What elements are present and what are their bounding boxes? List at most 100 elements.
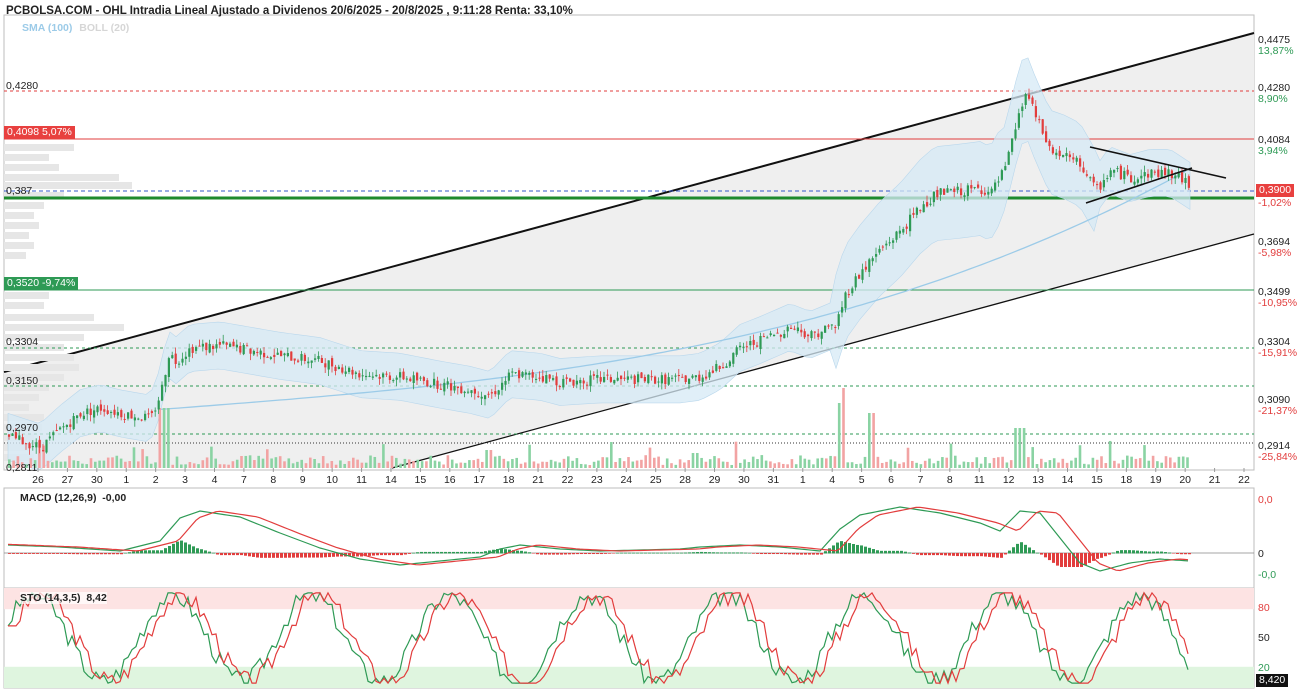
candle-body bbox=[1021, 106, 1024, 112]
candle-body bbox=[463, 391, 466, 394]
macd-histogram-bar bbox=[352, 553, 355, 557]
macd-histogram-bar bbox=[420, 551, 423, 554]
volume-bar bbox=[670, 463, 673, 468]
candle-body bbox=[507, 372, 510, 381]
candle-body bbox=[864, 266, 867, 270]
sto-value: 8,42 bbox=[86, 592, 107, 604]
candle-body bbox=[150, 411, 153, 414]
volume-bar bbox=[1048, 460, 1052, 468]
macd-histogram-bar bbox=[204, 550, 207, 554]
macd-histogram-bar bbox=[596, 553, 599, 555]
volume-bar bbox=[1164, 456, 1168, 468]
macd-histogram-bar bbox=[940, 553, 943, 556]
volume-bar bbox=[971, 462, 974, 468]
candle-body bbox=[1072, 157, 1075, 160]
volume-bar bbox=[747, 462, 751, 468]
candle-body bbox=[130, 410, 133, 419]
macd-histogram-bar bbox=[1040, 553, 1043, 555]
volume-bar bbox=[154, 462, 157, 468]
volume-bar bbox=[833, 456, 837, 468]
volume-bar bbox=[898, 463, 901, 468]
macd-histogram-bar bbox=[1116, 550, 1119, 554]
last-price-box: 0,3900 bbox=[1256, 184, 1295, 197]
candle-body bbox=[691, 375, 694, 378]
candle-body bbox=[232, 341, 235, 347]
volume-bar bbox=[872, 413, 875, 468]
macd-histogram-bar bbox=[936, 553, 939, 556]
macd-histogram-bar bbox=[164, 548, 167, 554]
candle-body bbox=[154, 410, 157, 412]
macd-histogram-bar bbox=[744, 552, 747, 554]
macd-histogram-bar bbox=[628, 552, 631, 554]
volume-bar bbox=[1126, 455, 1129, 468]
macd-histogram-bar bbox=[252, 553, 255, 557]
macd-histogram-bar bbox=[652, 552, 655, 554]
x-axis-tick: 25 bbox=[649, 474, 662, 486]
candle-body bbox=[59, 427, 62, 430]
candle-body bbox=[443, 382, 446, 392]
macd-histogram-bar bbox=[580, 553, 583, 555]
candle-body bbox=[589, 375, 592, 387]
candle-body bbox=[354, 372, 357, 374]
x-axis-tick: 23 bbox=[591, 474, 603, 486]
candle-body bbox=[144, 413, 147, 421]
volume-bar bbox=[106, 457, 110, 468]
candle-body bbox=[1150, 169, 1153, 178]
candle-body bbox=[994, 182, 997, 191]
volume-profile-bar bbox=[4, 314, 94, 321]
candle-body bbox=[93, 410, 96, 418]
candle-body bbox=[847, 294, 850, 296]
candle-body bbox=[718, 365, 721, 369]
candle-body bbox=[259, 350, 262, 355]
volume-bar bbox=[1104, 463, 1108, 468]
candle-body bbox=[677, 375, 680, 377]
volume-bar bbox=[1130, 456, 1133, 468]
level-box-3520-pct: -9,74% bbox=[42, 277, 76, 289]
candle-body bbox=[358, 373, 361, 378]
macd-histogram-bar bbox=[1028, 547, 1031, 554]
candle-body bbox=[834, 327, 837, 329]
volume-bar bbox=[1035, 464, 1039, 468]
macd-histogram-bar bbox=[980, 553, 983, 557]
macd-histogram-bar bbox=[448, 551, 451, 554]
volume-bar bbox=[167, 408, 170, 468]
macd-histogram-bar bbox=[1068, 553, 1071, 567]
candle-body bbox=[963, 195, 966, 198]
volume-bar bbox=[1009, 460, 1013, 468]
candle-body bbox=[195, 347, 198, 351]
candle-body bbox=[786, 326, 789, 332]
candle-body bbox=[99, 404, 102, 411]
candle-body bbox=[518, 370, 521, 379]
candle-body bbox=[895, 231, 898, 240]
candle-body bbox=[35, 442, 38, 448]
macd-histogram-bar bbox=[612, 553, 615, 554]
volume-bar bbox=[463, 462, 467, 468]
candle-body bbox=[977, 184, 980, 188]
macd-histogram-bar bbox=[752, 553, 755, 554]
macd-histogram-bar bbox=[1080, 553, 1083, 567]
candle-body bbox=[803, 331, 806, 338]
volume-bar bbox=[1138, 458, 1142, 468]
candle-body bbox=[793, 328, 796, 330]
volume-bar bbox=[1121, 459, 1125, 468]
macd-panel-frame bbox=[3, 487, 1255, 589]
macd-histogram-bar bbox=[1168, 552, 1171, 554]
candle-body bbox=[184, 356, 187, 359]
macd-histogram-bar bbox=[24, 553, 27, 554]
chart-title: PCBOLSA.COM - OHL Intradia Lineal Ajusta… bbox=[6, 5, 573, 17]
macd-histogram-bar bbox=[328, 553, 331, 558]
macd-histogram-bar bbox=[1184, 553, 1187, 555]
candle-body bbox=[807, 334, 810, 337]
candle-body bbox=[416, 372, 419, 381]
candle-body bbox=[487, 393, 490, 395]
volume-bar bbox=[657, 456, 660, 468]
volume-bar bbox=[597, 460, 600, 468]
volume-profile-bar bbox=[4, 202, 44, 209]
candle-body bbox=[242, 344, 245, 355]
candle-body bbox=[623, 377, 626, 379]
volume-bar bbox=[356, 459, 359, 468]
x-axis-tick: 9 bbox=[299, 474, 306, 486]
candle-body bbox=[1126, 169, 1129, 175]
candle-body bbox=[110, 411, 113, 413]
macd-histogram-bar bbox=[436, 551, 439, 554]
